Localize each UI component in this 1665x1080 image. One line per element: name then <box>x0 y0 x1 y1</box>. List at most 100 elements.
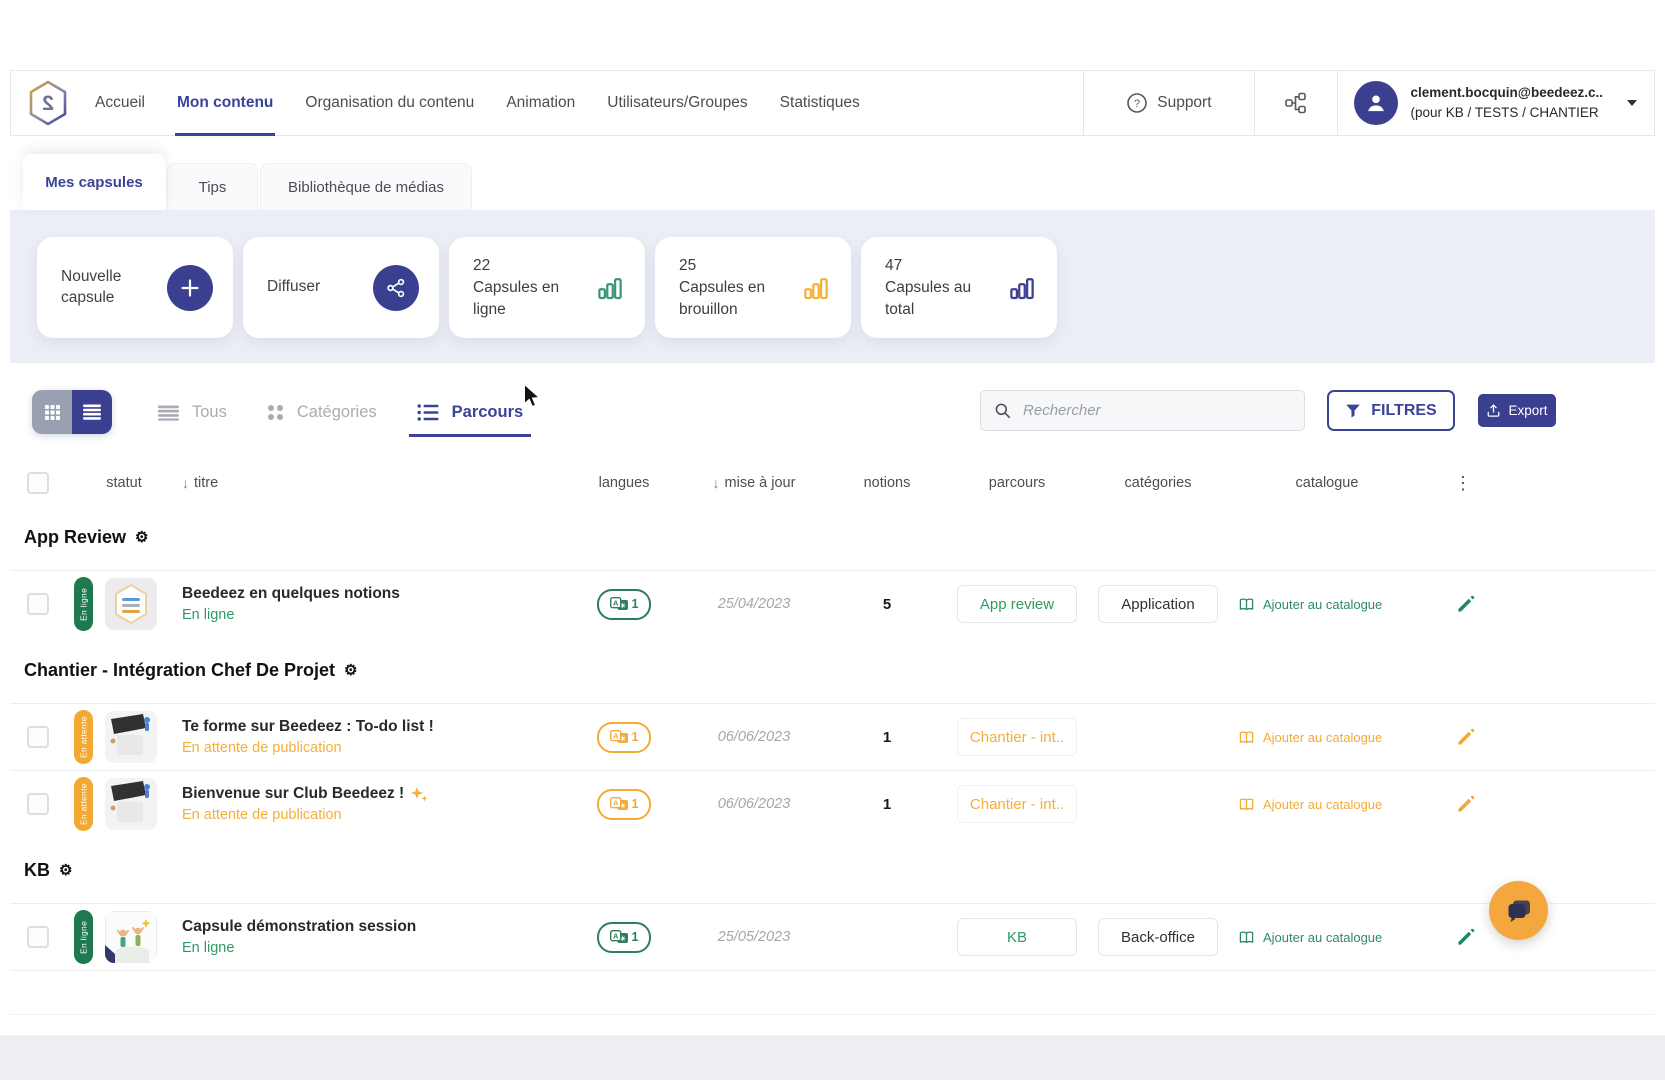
capsule-thumbnail[interactable] <box>105 711 157 763</box>
list-icon <box>83 404 101 420</box>
translate-icon: ✳ A <box>610 797 629 812</box>
hierarchy-button[interactable] <box>1255 71 1337 135</box>
view-filters: Tous Catégories Parcours <box>158 388 523 437</box>
beedeez-logo[interactable]: 2 <box>27 80 69 126</box>
svg-text:?: ? <box>1134 98 1140 110</box>
capsule-status: En attente de publication <box>182 807 572 823</box>
edit-pencil-icon[interactable] <box>1456 728 1475 747</box>
group-name: Chantier - Intégration Chef De Projet <box>24 660 335 681</box>
capsule-thumbnail[interactable] <box>105 578 157 630</box>
plus-icon[interactable] <box>167 265 213 311</box>
tab-mes-capsules[interactable]: Mes capsules <box>23 154 165 210</box>
svg-text:A: A <box>613 731 619 740</box>
table-header: statut ↓ titre langues ↓ mise à jour not… <box>10 462 1655 504</box>
book-icon <box>1238 730 1255 745</box>
chat-launcher-button[interactable] <box>1489 881 1548 940</box>
table-row: En ligne Beedeez en quelques notions En … <box>10 570 1655 637</box>
column-options-kebab-icon[interactable]: ⋮ <box>1430 473 1655 494</box>
updated-date: 25/05/2023 <box>676 929 832 945</box>
view-mode-toggle <box>32 390 112 434</box>
parcours-chip[interactable]: KB <box>957 918 1077 956</box>
account-menu[interactable]: clement.bocquin@beedeez.c.. (pour KB / T… <box>1338 71 1654 135</box>
capsule-title[interactable]: Te forme sur Beedeez : To-do list ! <box>182 718 572 736</box>
edit-pencil-icon[interactable] <box>1456 595 1475 614</box>
col-statut: statut <box>66 475 182 491</box>
capsule-thumbnail[interactable] <box>105 911 157 963</box>
categorie-chip[interactable]: Back-office <box>1098 918 1218 956</box>
parcours-chip[interactable]: App review <box>957 585 1077 623</box>
col-mise-a-jour[interactable]: ↓ mise à jour <box>676 475 832 491</box>
parcours-chip[interactable]: Chantier - int.. <box>957 785 1077 823</box>
book-icon <box>1238 930 1255 945</box>
add-to-catalogue-link[interactable]: Ajouter au catalogue <box>1224 730 1430 745</box>
sort-down-icon: ↓ <box>182 475 189 491</box>
view-categories[interactable]: Catégories <box>267 388 377 437</box>
notions-count: 5 <box>832 596 942 613</box>
nav-item-statistiques[interactable]: Statistiques <box>780 71 860 135</box>
view-tous[interactable]: Tous <box>158 388 227 437</box>
add-to-catalogue-link[interactable]: Ajouter au catalogue <box>1224 797 1430 812</box>
stat-card-draft: 25 Capsules en brouillon <box>655 237 851 338</box>
add-to-catalogue-link[interactable]: Ajouter au catalogue <box>1224 597 1430 612</box>
edit-pencil-icon[interactable] <box>1456 928 1475 947</box>
search-input[interactable] <box>1021 401 1291 420</box>
gear-icon[interactable]: ⚙ <box>59 861 72 879</box>
new-capsule-card[interactable]: Nouvelle capsule <box>37 237 233 338</box>
languages-count: 1 <box>632 930 639 944</box>
col-titre[interactable]: ↓ titre <box>182 475 572 491</box>
avatar <box>1354 81 1398 125</box>
nav-item-mon-contenu[interactable]: Mon contenu <box>177 71 273 135</box>
add-to-catalogue-link[interactable]: Ajouter au catalogue <box>1224 930 1430 945</box>
table-row: En attente Te forme sur Beedeez : To-do … <box>10 703 1655 770</box>
gear-icon[interactable]: ⚙ <box>344 661 357 679</box>
share-icon[interactable] <box>373 265 419 311</box>
export-button[interactable]: Export <box>1478 394 1556 427</box>
export-label: Export <box>1508 403 1547 418</box>
capsule-title[interactable]: Bienvenue sur Club Beedeez ! <box>182 785 572 803</box>
row-checkbox[interactable] <box>27 926 49 948</box>
table-end-divider <box>10 970 1655 1015</box>
row-checkbox[interactable] <box>27 726 49 748</box>
content-tabs: Mes capsules Tips Bibliothèque de médias <box>10 136 1655 210</box>
support-label: Support <box>1157 94 1211 112</box>
view-parcours-label: Parcours <box>452 403 524 422</box>
bar-chart-icon <box>595 273 625 303</box>
status-pill: En attente <box>74 777 93 831</box>
view-tous-label: Tous <box>192 403 227 422</box>
tab-bibliotheque-medias[interactable]: Bibliothèque de médias <box>260 163 472 210</box>
edit-pencil-icon[interactable] <box>1456 795 1475 814</box>
ordered-list-icon <box>417 404 439 421</box>
capsule-status: En ligne <box>182 607 572 623</box>
categorie-chip[interactable]: Application <box>1098 585 1218 623</box>
bar-chart-icon <box>801 273 831 303</box>
capsule-title[interactable]: Capsule démonstration session <box>182 918 572 936</box>
filters-button[interactable]: FILTRES <box>1327 390 1455 431</box>
book-icon <box>1238 597 1255 612</box>
capsule-table: statut ↓ titre langues ↓ mise à jour not… <box>10 462 1655 1015</box>
list-view-button[interactable] <box>72 390 112 434</box>
row-checkbox[interactable] <box>27 593 49 615</box>
parcours-chip[interactable]: Chantier - int.. <box>957 718 1077 756</box>
select-all-checkbox[interactable] <box>27 472 49 494</box>
col-notions: notions <box>832 475 942 491</box>
nav-item-accueil[interactable]: Accueil <box>95 71 145 135</box>
diffuser-card[interactable]: Diffuser <box>243 237 439 338</box>
capsule-thumbnail[interactable] <box>105 778 157 830</box>
capsule-title[interactable]: Beedeez en quelques notions <box>182 585 572 603</box>
chevron-down-icon[interactable] <box>1626 99 1638 107</box>
nav-item-organisation[interactable]: Organisation du contenu <box>305 71 474 135</box>
nav-item-utilisateurs[interactable]: Utilisateurs/Groupes <box>607 71 747 135</box>
view-parcours[interactable]: Parcours <box>417 388 524 437</box>
translate-icon: ✳ A <box>610 597 629 612</box>
row-checkbox[interactable] <box>27 793 49 815</box>
support-button[interactable]: ? Support <box>1084 71 1253 135</box>
funnel-icon <box>1345 403 1361 419</box>
grid-view-button[interactable] <box>32 390 72 434</box>
summary-band: Nouvelle capsule Diffuser 22 Capsules en <box>10 210 1655 363</box>
tab-tips[interactable]: Tips <box>167 163 258 210</box>
main-nav: Accueil Mon contenu Organisation du cont… <box>95 71 860 135</box>
gear-icon[interactable]: ⚙ <box>135 528 148 546</box>
nav-item-animation[interactable]: Animation <box>506 71 575 135</box>
group-header-kb: KB ⚙ <box>10 837 1655 903</box>
status-pill: En attente <box>74 710 93 764</box>
